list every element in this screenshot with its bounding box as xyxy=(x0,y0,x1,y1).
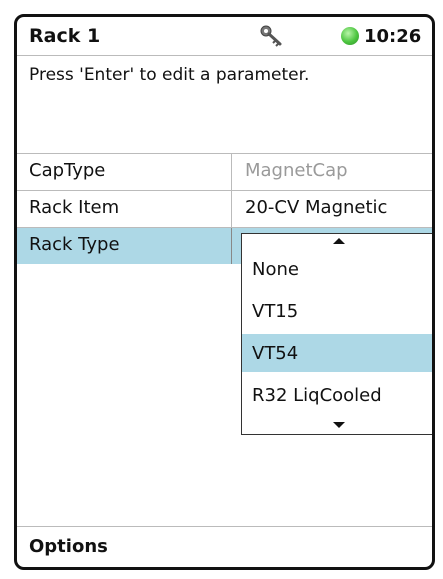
header-bar: Rack 1 10:26 xyxy=(17,17,432,56)
column-divider xyxy=(231,154,232,190)
row-label: CapType xyxy=(29,160,106,181)
dropdown-option-none[interactable]: None xyxy=(242,250,432,288)
column-divider xyxy=(231,228,232,264)
dropdown-option-vt15[interactable]: VT15 xyxy=(242,292,432,330)
row-label: Rack Type xyxy=(29,234,120,255)
device-screen: Rack 1 10:26 Press 'Enter' to edit a par… xyxy=(14,14,435,570)
screen-title: Rack 1 xyxy=(29,25,101,47)
scroll-up-icon[interactable] xyxy=(333,238,345,244)
row-value: 20-CV Magnetic xyxy=(245,197,388,218)
key-icon xyxy=(260,25,282,47)
row-label: Rack Item xyxy=(29,197,120,218)
options-softkey[interactable]: Options xyxy=(29,536,108,557)
row-value: MagnetCap xyxy=(245,160,348,181)
scroll-down-icon[interactable] xyxy=(333,422,345,428)
row-rack-item[interactable]: Rack Item 20-CV Magnetic xyxy=(17,190,432,227)
dropdown-option-r32-liqcooled[interactable]: R32 LiqCooled xyxy=(242,376,432,414)
rack-type-dropdown[interactable]: None VT15 VT54 R32 LiqCooled xyxy=(241,233,432,435)
dropdown-option-vt54[interactable]: VT54 xyxy=(242,334,432,372)
column-divider xyxy=(231,191,232,227)
status-online-icon xyxy=(341,27,359,45)
clock: 10:26 xyxy=(364,26,422,47)
footer-bar: Options xyxy=(17,526,432,567)
instruction-text: Press 'Enter' to edit a parameter. xyxy=(29,65,310,85)
row-captype[interactable]: CapType MagnetCap xyxy=(17,153,432,190)
